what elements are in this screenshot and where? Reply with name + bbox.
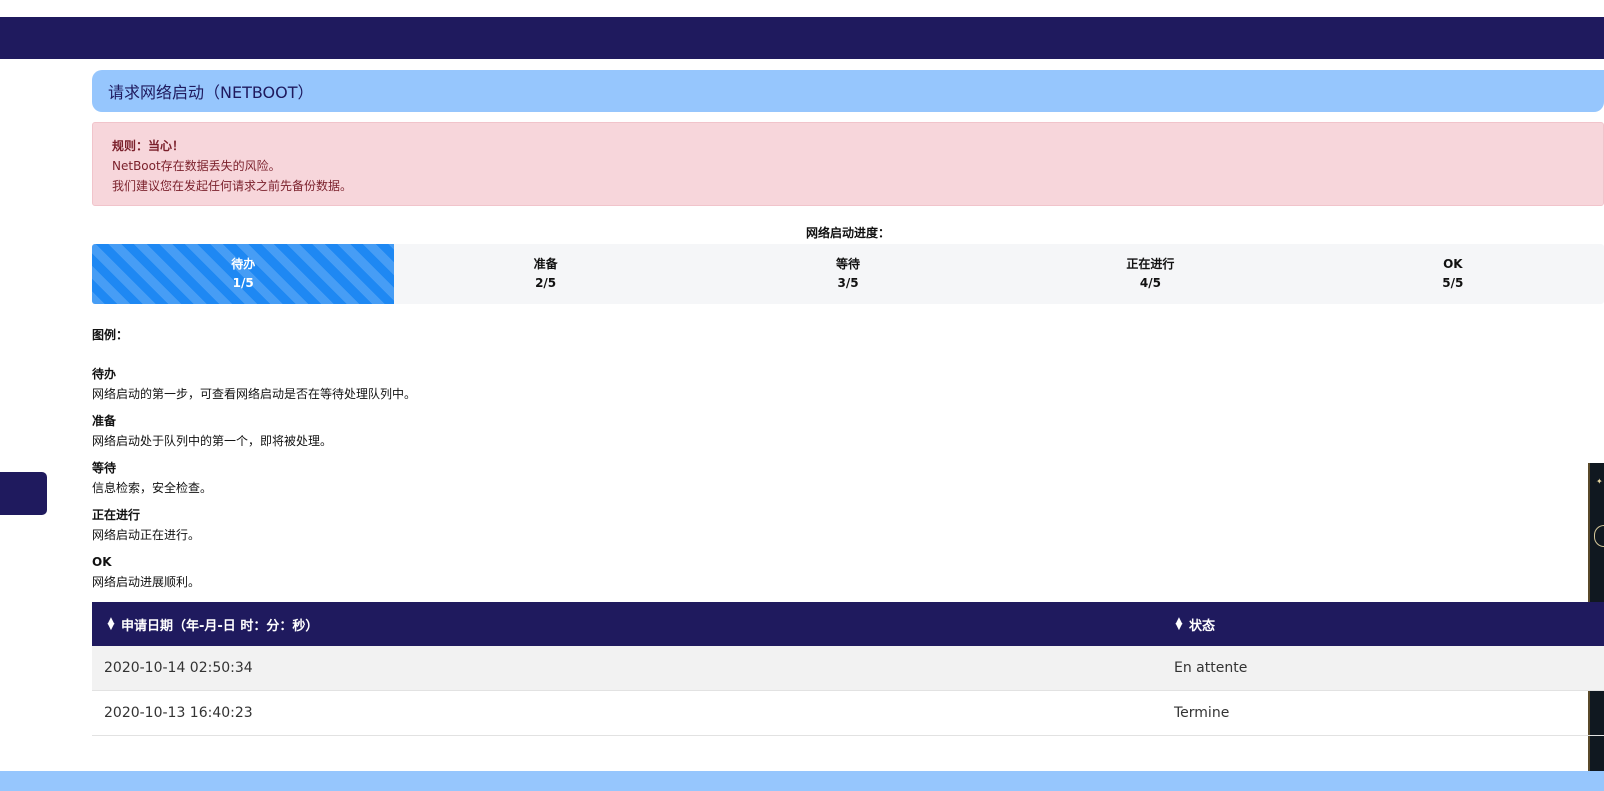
- legend-item-name: OK: [92, 555, 112, 569]
- cell-date: 2020-10-13 16:40:23: [104, 705, 253, 721]
- legend-item: 待办 网络启动的第一步，可查看网络启动是否在等待处理队列中。: [92, 364, 1604, 404]
- legend-item-desc: 信息检索，安全检查。: [92, 481, 213, 495]
- alert-title: 规则：当心！: [112, 139, 185, 153]
- step-name: 待办: [231, 257, 256, 271]
- legend-item-name: 正在进行: [92, 508, 141, 522]
- step-name: 正在进行: [1126, 257, 1175, 271]
- step-count: 1/5: [232, 276, 254, 290]
- legend-item: 等待 信息检索，安全检查。: [92, 458, 1604, 498]
- legend-item-desc: 网络启动进展顺利。: [92, 575, 201, 589]
- column-header-date[interactable]: ▲ ▼ 申请日期（年-月-日 时：分：秒）: [92, 615, 1174, 634]
- legend-item: 正在进行 网络启动正在进行。: [92, 505, 1604, 545]
- progress-step-prepare: 准备 2/5: [394, 244, 696, 304]
- legend-item-name: 待办: [92, 367, 117, 381]
- progress-step-in-progress: 正在进行 4/5: [999, 244, 1301, 304]
- step-name: 等待: [836, 257, 861, 271]
- footer-bar: [0, 771, 1604, 791]
- step-count: 5/5: [1442, 276, 1464, 290]
- legend-item: 准备 网络启动处于队列中的第一个，即将被处理。: [92, 411, 1604, 451]
- legend-item-name: 等待: [92, 461, 117, 475]
- progress-step-waiting: 等待 3/5: [697, 244, 999, 304]
- legend-title: 图例：: [92, 328, 129, 342]
- progress-step-ok: OK 5/5: [1302, 244, 1604, 304]
- legend-item-desc: 网络启动处于队列中的第一个，即将被处理。: [92, 434, 333, 448]
- alert-text-line-2: 我们建议您在发起任何请求之前先备份数据。: [112, 179, 353, 193]
- legend-item-name: 准备: [92, 414, 117, 428]
- progress-step-pending: 待办 1/5: [92, 244, 395, 304]
- top-navigation-bar: [0, 17, 1604, 59]
- legend: 图例： 待办 网络启动的第一步，可查看网络启动是否在等待处理队列中。 准备 网络…: [92, 326, 1604, 592]
- sort-icon[interactable]: ▲ ▼: [1174, 617, 1184, 632]
- table-row: 2020-10-13 16:40:23 Termine: [92, 691, 1604, 736]
- legend-item-desc: 网络启动的第一步，可查看网络启动是否在等待处理队列中。: [92, 387, 417, 401]
- column-header-status[interactable]: ▲ ▼ 状态: [1174, 615, 1604, 634]
- column-header-label: 状态: [1189, 618, 1216, 634]
- page-title: 请求网络启动（NETBOOT）: [108, 83, 314, 102]
- step-name: OK: [1443, 257, 1463, 271]
- warning-alert: 规则：当心！ NetBoot存在数据丢失的风险。 我们建议您在发起任何请求之前先…: [92, 122, 1604, 206]
- cell-date: 2020-10-14 02:50:34: [104, 660, 253, 676]
- requests-table: ▲ ▼ 申请日期（年-月-日 时：分：秒） ▲ ▼ 状态 2020-10-14 02…: [92, 602, 1604, 736]
- step-count: 2/5: [535, 276, 557, 290]
- cell-status: En attente: [1174, 660, 1248, 676]
- sort-icon[interactable]: ▲ ▼: [106, 617, 116, 632]
- table-row: 2020-10-14 02:50:34 En attente: [92, 646, 1604, 691]
- cell-status: Termine: [1174, 705, 1230, 721]
- step-count: 4/5: [1139, 276, 1161, 290]
- step-count: 3/5: [837, 276, 859, 290]
- legend-item-desc: 网络启动正在进行。: [92, 528, 201, 542]
- column-header-label: 申请日期（年-月-日 时：分：秒）: [121, 618, 319, 634]
- step-name: 准备: [533, 257, 558, 271]
- progress-label: 网络启动进度：: [805, 226, 890, 240]
- legend-item: OK 网络启动进展顺利。: [92, 552, 1604, 592]
- table-header: ▲ ▼ 申请日期（年-月-日 时：分：秒） ▲ ▼ 状态: [92, 602, 1604, 646]
- progress-bar: 待办 1/5 准备 2/5 等待 3/5 正在进行 4/5 OK 5/5: [92, 244, 1604, 304]
- alert-text-line-1: NetBoot存在数据丢失的风险。: [112, 159, 281, 173]
- top-spacer: [0, 0, 1604, 17]
- side-tab-button[interactable]: [0, 472, 47, 515]
- main-content: 请求网络启动（NETBOOT） 规则：当心！ NetBoot存在数据丢失的风险。…: [92, 70, 1604, 736]
- page-header: 请求网络启动（NETBOOT）: [92, 70, 1604, 112]
